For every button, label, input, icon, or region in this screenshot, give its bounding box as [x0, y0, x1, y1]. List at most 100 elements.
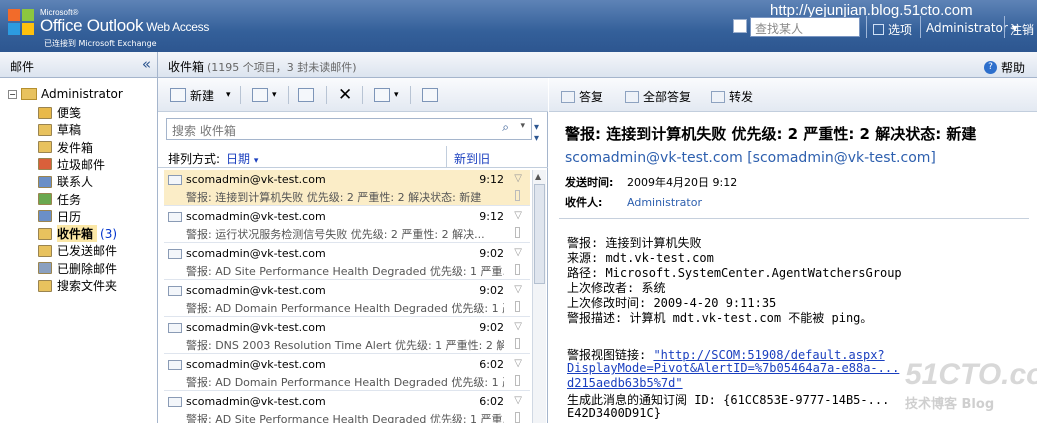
- category-box[interactable]: [515, 227, 520, 238]
- folder-icon: [38, 175, 52, 188]
- folder-item[interactable]: 搜索文件夹: [38, 277, 117, 294]
- chevron-down-icon[interactable]: ▾: [520, 121, 525, 131]
- alert-link-end[interactable]: d215aedb63b5%7d": [567, 376, 683, 390]
- view-button[interactable]: ▾: [252, 86, 277, 104]
- message-row[interactable]: scomadmin@vk-test.com 9:02 ▽ 警报: AD Domain …: [164, 281, 530, 317]
- message-sender: scomadmin@vk-test.com: [186, 284, 326, 297]
- expand-icon[interactable]: ▾ ▾: [534, 122, 539, 144]
- category-box[interactable]: [515, 190, 520, 201]
- folder-item[interactable]: 发件箱: [38, 139, 93, 156]
- divider: [326, 86, 327, 104]
- new-button[interactable]: 新建: [170, 86, 214, 104]
- scrollbar-thumb[interactable]: [534, 184, 545, 284]
- tree-root[interactable]: − Administrator: [8, 87, 123, 101]
- flag-icon[interactable]: ▽: [514, 358, 522, 369]
- top-banner: Microsoft® Office Outlook Web Access 已连接到…: [0, 0, 1037, 52]
- message-list-scrollbar[interactable]: ▲: [532, 170, 546, 423]
- brand-title: Office Outlook Web Access: [40, 16, 209, 36]
- folder-item[interactable]: 日历: [38, 208, 81, 225]
- folder-item[interactable]: 收件箱 (3): [38, 225, 118, 243]
- divider: [559, 218, 1029, 219]
- alert-link[interactable]: "http://SCOM:51908/default.aspx?: [653, 348, 884, 362]
- folder-icon: [38, 141, 52, 154]
- find-someone-input[interactable]: 查找某人: [750, 17, 860, 37]
- message-row[interactable]: scomadmin@vk-test.com 9:12 ▽ 警报: 连接到计算机失败 优…: [164, 170, 530, 206]
- mail-title: 邮件: [10, 60, 35, 74]
- message-row[interactable]: scomadmin@vk-test.com 9:12 ▽ 警报: 运行状况服务检测信号…: [164, 207, 530, 243]
- folder-icon: [38, 262, 52, 275]
- folder-item[interactable]: 联系人: [38, 173, 93, 190]
- category-box[interactable]: [515, 301, 520, 312]
- divider: [288, 86, 289, 104]
- category-box[interactable]: [515, 412, 520, 423]
- flag-icon[interactable]: ▽: [514, 210, 522, 221]
- reply-label: 答复: [579, 90, 604, 104]
- address-book-icon[interactable]: [733, 19, 747, 33]
- message-row[interactable]: scomadmin@vk-test.com 6:02 ▽ 警报: AD Domain …: [164, 355, 530, 391]
- reply-button[interactable]: 答复: [561, 88, 603, 105]
- folder-icon: [38, 210, 52, 223]
- inbox-title-row: 收件箱 (1195 个项目，3 封未读邮件): [168, 58, 357, 75]
- message-sender: scomadmin@vk-test.com: [186, 321, 326, 334]
- folder-item[interactable]: 已删除邮件: [38, 260, 117, 277]
- message-row[interactable]: scomadmin@vk-test.com 9:02 ▽ 警报: AD Site Pe…: [164, 244, 530, 280]
- sort-field[interactable]: 日期 ▾: [226, 150, 258, 167]
- unread-count: (3): [100, 226, 118, 241]
- delete-button[interactable]: ✕: [338, 85, 353, 105]
- folder-label: 任务: [57, 192, 82, 207]
- user-name: Administrator: [926, 21, 1008, 35]
- actions-button[interactable]: ▾: [374, 86, 399, 104]
- sort-order[interactable]: 新到旧: [454, 150, 490, 167]
- category-box[interactable]: [515, 338, 520, 349]
- forward-icon: [711, 90, 725, 103]
- flag-icon[interactable]: ▽: [514, 395, 522, 406]
- to-label: 收件人:: [565, 196, 603, 209]
- category-box[interactable]: [515, 264, 520, 275]
- logout-link[interactable]: 注销: [1010, 21, 1034, 38]
- search-icon[interactable]: ⌕: [502, 120, 509, 135]
- collapse-icon[interactable]: «: [142, 55, 151, 73]
- folder-icon: [38, 106, 52, 119]
- flag-icon[interactable]: ▽: [514, 284, 522, 295]
- brand-owa: Web Access: [146, 20, 210, 34]
- message-row[interactable]: scomadmin@vk-test.com 9:02 ▽ 警报: DNS 2003 R…: [164, 318, 530, 354]
- folder-label: 搜索文件夹: [57, 279, 118, 293]
- brand-office: Office Outlook: [40, 16, 144, 35]
- message-row[interactable]: scomadmin@vk-test.com 6:02 ▽ 警报: AD Site Pe…: [164, 392, 530, 423]
- divider: [920, 16, 921, 38]
- alert-link-cont[interactable]: DisplayMode=Pivot&AlertID=%7b05464a7a-e8…: [567, 361, 899, 375]
- flag-icon[interactable]: ▽: [514, 173, 522, 184]
- collapse-toggle-icon[interactable]: −: [8, 89, 17, 99]
- inbox-title: 收件箱: [168, 60, 205, 74]
- new-dropdown[interactable]: ▾: [226, 86, 231, 104]
- category-box[interactable]: [515, 375, 520, 386]
- envelope-icon: [168, 397, 182, 407]
- help-label: 帮助: [1001, 61, 1026, 75]
- sort-row: 排列方式: 日期 ▾ 新到旧: [158, 146, 548, 168]
- folder-item[interactable]: 已发送邮件: [38, 242, 117, 259]
- help-link[interactable]: ? 帮助: [984, 59, 1025, 76]
- message-time: 9:02: [479, 321, 504, 334]
- inbox-search-input[interactable]: 搜索 收件箱 ⌕ ▾: [166, 118, 532, 140]
- reply-all-button[interactable]: 全部答复: [625, 88, 691, 105]
- folder-item[interactable]: 垃圾邮件: [38, 156, 105, 173]
- reply-all-label: 全部答复: [643, 90, 692, 104]
- message-from[interactable]: scomadmin@vk-test.com [scomadmin@vk-test…: [565, 150, 936, 166]
- inbox-count: (1195 个项目，3 封未读邮件): [207, 61, 357, 74]
- move-button[interactable]: [298, 86, 318, 104]
- folder-item[interactable]: 便笺: [38, 104, 81, 121]
- options-link[interactable]: 选项: [873, 21, 912, 38]
- office-logo-icon: [8, 9, 36, 37]
- envelope-icon: [168, 360, 182, 370]
- folder-item[interactable]: 草稿: [38, 121, 81, 138]
- alert-link-label: 警报视图链接:: [567, 348, 654, 362]
- flag-icon[interactable]: ▽: [514, 321, 522, 332]
- recipient[interactable]: Administrator: [627, 196, 702, 209]
- forward-button[interactable]: 转发: [711, 88, 753, 105]
- folder-item[interactable]: 任务: [38, 191, 81, 208]
- print-button[interactable]: [422, 86, 442, 104]
- delete-x-icon: ✕: [338, 85, 353, 105]
- options-icon: [873, 24, 884, 35]
- scroll-up-icon[interactable]: ▲: [535, 172, 541, 181]
- flag-icon[interactable]: ▽: [514, 247, 522, 258]
